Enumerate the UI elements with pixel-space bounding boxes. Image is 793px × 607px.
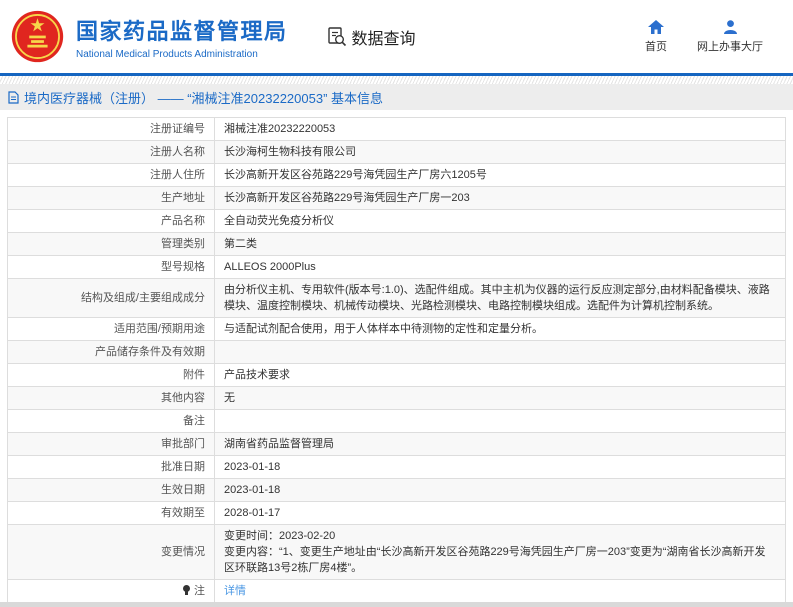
nmpa-emblem-logo xyxy=(11,10,64,63)
table-row: 变更情况 变更时间：2023-02-20 变更内容：“1、变更生产地址由“长沙高新… xyxy=(7,524,786,580)
field-value xyxy=(214,409,786,433)
field-label: 注册人名称 xyxy=(7,140,215,164)
nav-home-label: 首页 xyxy=(645,40,667,53)
field-value: 详情 xyxy=(214,579,786,603)
table-row: 注册证编号 湘械注准20232220053 xyxy=(7,117,786,141)
table-row: 附件 产品技术要求 xyxy=(7,363,786,387)
field-label: 适用范围/预期用途 xyxy=(7,317,215,341)
field-value xyxy=(214,340,786,364)
field-label: 注 xyxy=(7,579,215,603)
table-row: 管理类别 第二类 xyxy=(7,232,786,256)
field-value: 变更时间：2023-02-20 变更内容：“1、变更生产地址由“长沙高新开发区谷… xyxy=(214,524,786,580)
table-row: 适用范围/预期用途 与适配试剂配合使用，用于人体样本中待测物的定性和定量分析。 xyxy=(7,317,786,341)
home-icon xyxy=(648,19,664,34)
bulb-icon xyxy=(183,585,190,595)
field-value: 长沙高新开发区谷苑路229号海凭园生产厂房一203 xyxy=(214,186,786,210)
table-row: 注册人住所 长沙高新开发区谷苑路229号海凭园生产厂房六1205号 xyxy=(7,163,786,187)
field-label: 注册人住所 xyxy=(7,163,215,187)
field-value: 2023-01-18 xyxy=(214,478,786,502)
user-icon xyxy=(723,19,737,34)
field-value: 与适配试剂配合使用，用于人体样本中待测物的定性和定量分析。 xyxy=(214,317,786,341)
data-query-label: 数据查询 xyxy=(351,30,416,48)
field-value: 产品技术要求 xyxy=(214,363,786,387)
table-row: 注详情 xyxy=(7,579,786,603)
table-row: 其他内容无 xyxy=(7,386,786,410)
site-header: 国家药品监督管理局 National Medical Products Admi… xyxy=(0,0,793,73)
field-value: 长沙海柯生物科技有限公司 xyxy=(214,140,786,164)
field-label: 其他内容 xyxy=(7,386,215,410)
field-label: 备注 xyxy=(7,409,215,433)
table-row: 审批部门 湖南省药品监督管理局 xyxy=(7,432,786,456)
table-row: 有效期至 2028-01-17 xyxy=(7,501,786,525)
nav-service-hall-label: 网上办事大厅 xyxy=(697,40,763,53)
nav-service-hall[interactable]: 网上办事大厅 xyxy=(697,19,763,54)
page: 国家药品监督管理局 National Medical Products Admi… xyxy=(0,0,793,607)
nav-home[interactable]: 首页 xyxy=(645,19,667,54)
org-names: 国家药品监督管理局 National Medical Products Admi… xyxy=(76,14,288,60)
table-row: 型号规格 ALLEOS 2000Plus xyxy=(7,255,786,279)
field-label: 产品储存条件及有效期 xyxy=(7,340,215,364)
document-search-icon xyxy=(327,27,346,47)
page-title: 境内医疗器械（注册） —— “湘械注准20232220053” 基本信息 xyxy=(24,90,384,106)
table-row: 产品储存条件及有效期 xyxy=(7,340,786,364)
table-row: 生效日期 2023-01-18 xyxy=(7,478,786,502)
field-label: 生产地址 xyxy=(7,186,215,210)
document-icon xyxy=(8,90,19,104)
info-table-wrap: 注册证编号 湘械注准20232220053 注册人名称 长沙海柯生物科技有限公司 注册人… xyxy=(7,117,786,603)
field-label: 变更情况 xyxy=(7,524,215,580)
hatch-strip xyxy=(0,76,793,84)
field-label: 产品名称 xyxy=(7,209,215,233)
field-label: 结构及组成/主要组成成分 xyxy=(7,278,215,318)
table-row: 注册人名称 长沙海柯生物科技有限公司 xyxy=(7,140,786,164)
field-label: 有效期至 xyxy=(7,501,215,525)
table-row: 备注 xyxy=(7,409,786,433)
footer-strip xyxy=(0,602,793,607)
field-value: ALLEOS 2000Plus xyxy=(214,255,786,279)
field-value: 第二类 xyxy=(214,232,786,256)
table-row: 结构及组成/主要组成成分 由分析仪主机、专用软件(版本号:1.0)、选配件组成。其… xyxy=(7,278,786,318)
field-label: 审批部门 xyxy=(7,432,215,456)
field-value: 长沙高新开发区谷苑路229号海凭园生产厂房六1205号 xyxy=(214,163,786,187)
table-row: 生产地址 长沙高新开发区谷苑路229号海凭园生产厂房一203 xyxy=(7,186,786,210)
field-label: 附件 xyxy=(7,363,215,387)
field-value: 全自动荧光免疫分析仪 xyxy=(214,209,786,233)
field-label: 注册证编号 xyxy=(7,117,215,141)
details-link[interactable]: 详情 xyxy=(224,585,246,597)
data-query-section[interactable]: 数据查询 xyxy=(326,25,416,49)
field-label: 生效日期 xyxy=(7,478,215,502)
field-label: 管理类别 xyxy=(7,232,215,256)
field-value: 2028-01-17 xyxy=(214,501,786,525)
field-value: 湘械注准20232220053 xyxy=(214,117,786,141)
info-table-body: 注册证编号 湘械注准20232220053 注册人名称 长沙海柯生物科技有限公司 注册人… xyxy=(7,117,786,603)
org-name-cn: 国家药品监督管理局 xyxy=(76,18,288,44)
org-name-en: National Medical Products Administration xyxy=(76,48,258,60)
field-label: 型号规格 xyxy=(7,255,215,279)
field-value: 2023-01-18 xyxy=(214,455,786,479)
header-nav: 首页 网上办事大厅 xyxy=(645,19,763,54)
field-label: 批准日期 xyxy=(7,455,215,479)
page-title-bar: 境内医疗器械（注册） —— “湘械注准20232220053” 基本信息 xyxy=(0,84,793,110)
field-value: 湖南省药品监督管理局 xyxy=(214,432,786,456)
table-row: 产品名称 全自动荧光免疫分析仪 xyxy=(7,209,786,233)
info-table: 注册证编号 湘械注准20232220053 注册人名称 长沙海柯生物科技有限公司 注册人… xyxy=(7,117,786,603)
table-row: 批准日期 2023-01-18 xyxy=(7,455,786,479)
field-value: 由分析仪主机、专用软件(版本号:1.0)、选配件组成。其中主机为仪器的运行反应测… xyxy=(214,278,786,318)
field-value: 无 xyxy=(214,386,786,410)
